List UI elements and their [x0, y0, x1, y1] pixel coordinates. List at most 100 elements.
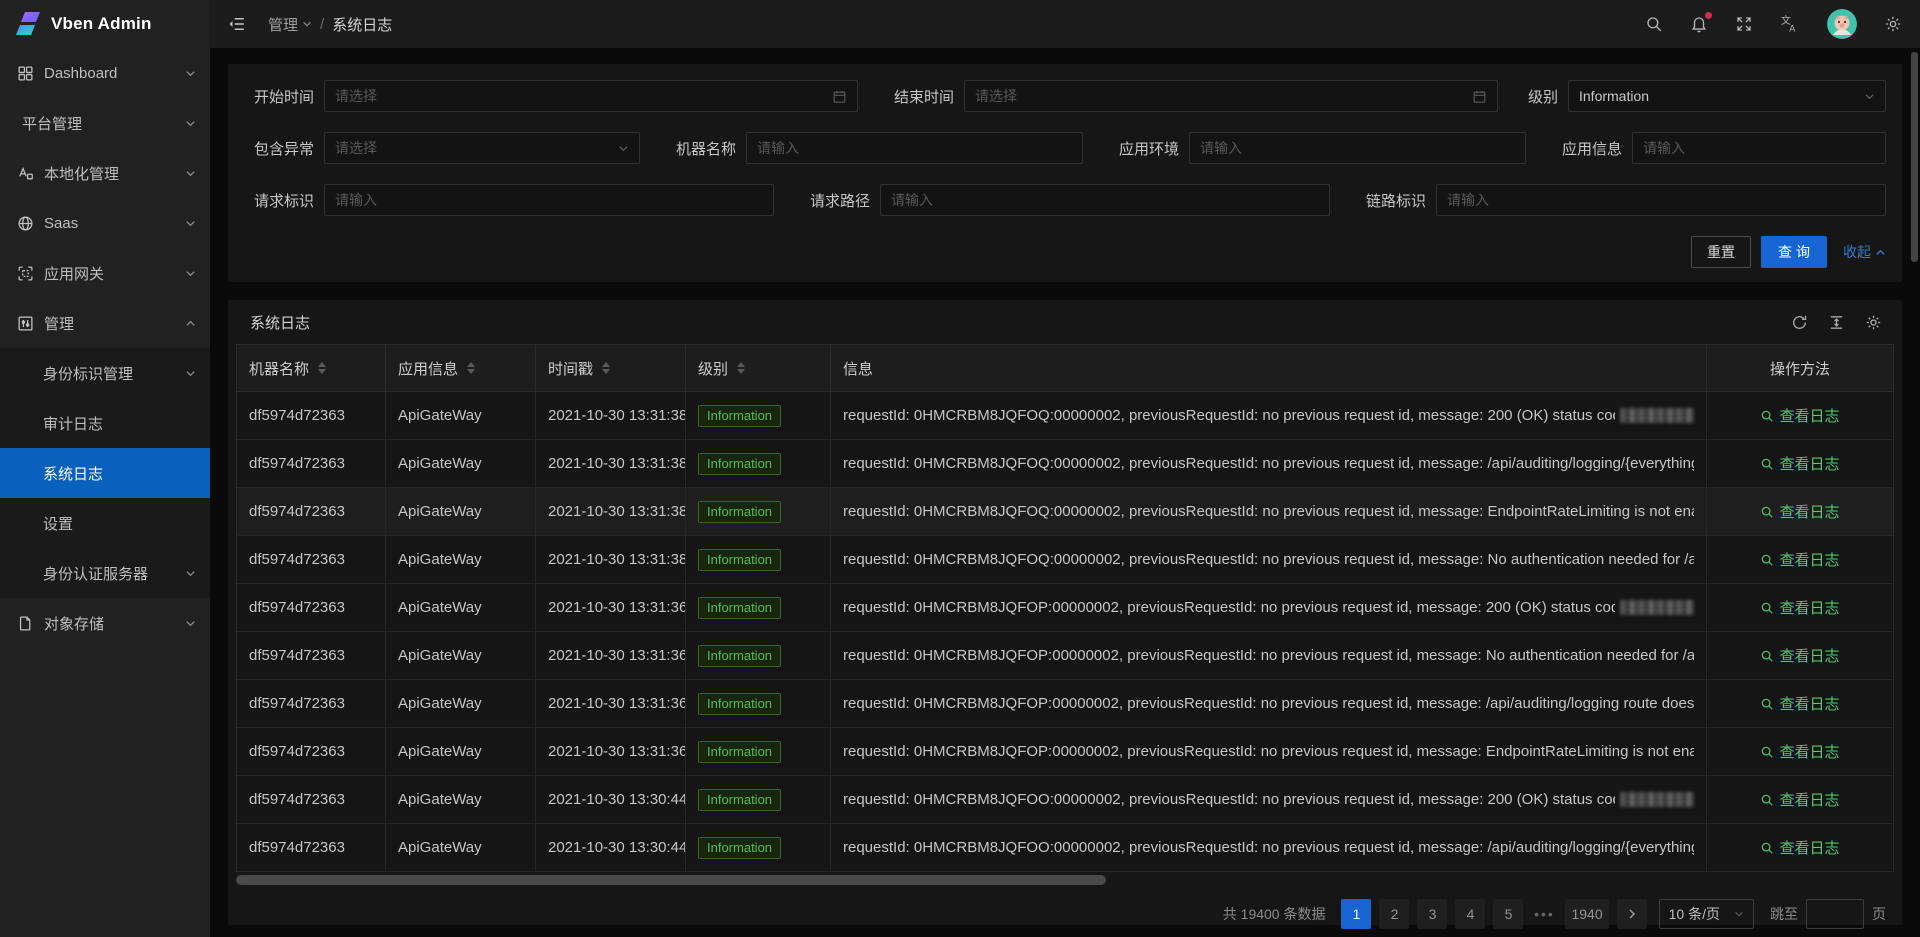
table-row[interactable]: df5974d72363 ApiGateWay 2021-10-30 13:31… — [237, 488, 1893, 536]
view-log-link[interactable]: 查看日志 — [1760, 837, 1839, 858]
breadcrumb-parent[interactable]: 管理 — [268, 14, 312, 35]
table-row[interactable]: df5974d72363 ApiGateWay 2021-10-30 13:31… — [237, 584, 1893, 632]
sort-icon[interactable] — [318, 362, 326, 374]
app-info-input[interactable] — [1643, 140, 1875, 156]
sidebar-item-gateway[interactable]: 应用网关 — [0, 248, 210, 298]
page-scrollbar-thumb[interactable] — [1911, 52, 1918, 262]
last-page-button[interactable]: 1940 — [1565, 899, 1608, 929]
horizontal-scrollbar — [236, 875, 1894, 885]
sidebar-item-auth-server[interactable]: 身份认证服务器 — [0, 548, 210, 598]
view-log-link[interactable]: 查看日志 — [1760, 789, 1839, 810]
view-log-label: 查看日志 — [1779, 597, 1839, 618]
gear-icon[interactable] — [1884, 15, 1902, 33]
cell-machine: df5974d72363 — [237, 584, 386, 632]
table-title: 系统日志 — [250, 312, 310, 333]
sidebar-item-saas[interactable]: Saas — [0, 198, 210, 248]
next-page-button[interactable] — [1617, 899, 1647, 929]
view-log-link[interactable]: 查看日志 — [1760, 741, 1839, 762]
translate-icon[interactable]: 文A — [1780, 14, 1800, 34]
cell-level: Information — [686, 776, 831, 824]
table-row[interactable]: df5974d72363 ApiGateWay 2021-10-30 13:30… — [237, 824, 1893, 872]
sidebar-item-identity-management[interactable]: 身份标识管理 — [0, 348, 210, 398]
magnifier-icon — [1760, 505, 1774, 519]
search-button[interactable]: 查询 — [1761, 236, 1827, 268]
column-header-time[interactable]: 时间戳 — [536, 345, 686, 392]
column-header-level[interactable]: 级别 — [686, 345, 831, 392]
jump-to-input[interactable] — [1806, 899, 1864, 929]
level-label: 级别 — [1524, 86, 1558, 107]
view-log-link[interactable]: 查看日志 — [1760, 645, 1839, 666]
sidebar-item-audit-log[interactable]: 审计日志 — [0, 398, 210, 448]
horizontal-scrollbar-thumb[interactable] — [236, 875, 1106, 885]
collapse-link[interactable]: 收起 — [1843, 242, 1886, 262]
page-ellipsis[interactable]: ••• — [1531, 906, 1557, 922]
sidebar-item-system-log[interactable]: 系统日志 — [0, 448, 210, 498]
machine-name-input[interactable] — [757, 140, 1072, 156]
sidebar-item-settings[interactable]: 设置 — [0, 498, 210, 548]
exception-select[interactable]: 请选择 — [324, 132, 640, 164]
view-log-link[interactable]: 查看日志 — [1760, 501, 1839, 522]
sidebar-item-object-storage[interactable]: 对象存储 — [0, 598, 210, 648]
view-log-link[interactable]: 查看日志 — [1760, 453, 1839, 474]
message-text: requestId: 0HMCRBM8JQFOQ:00000002, previ… — [843, 503, 1694, 520]
table-row[interactable]: df5974d72363 ApiGateWay 2021-10-30 13:31… — [237, 392, 1893, 440]
level-select[interactable]: Information — [1568, 80, 1886, 112]
table-row[interactable]: df5974d72363 ApiGateWay 2021-10-30 13:31… — [237, 680, 1893, 728]
view-log-label: 查看日志 — [1779, 549, 1839, 570]
page-button[interactable]: 4 — [1455, 899, 1485, 929]
column-settings-gear-icon[interactable] — [1865, 314, 1882, 331]
cell-message: requestId: 0HMCRBM8JQFOO:00000002, previ… — [831, 776, 1707, 824]
cell-time: 2021-10-30 13:31:36 — [536, 728, 686, 776]
sort-icon[interactable] — [467, 362, 475, 374]
cell-machine: df5974d72363 — [237, 680, 386, 728]
table-row[interactable]: df5974d72363 ApiGateWay 2021-10-30 13:31… — [237, 632, 1893, 680]
view-log-link[interactable]: 查看日志 — [1760, 693, 1839, 714]
cell-level: Information — [686, 632, 831, 680]
table-row[interactable]: df5974d72363 ApiGateWay 2021-10-30 13:30… — [237, 776, 1893, 824]
cell-level: Information — [686, 536, 831, 584]
refresh-icon[interactable] — [1791, 314, 1808, 331]
avatar[interactable] — [1827, 9, 1857, 39]
sort-icon[interactable] — [737, 362, 745, 374]
cell-level: Information — [686, 728, 831, 776]
logo[interactable]: Vben Admin — [0, 0, 210, 48]
level-badge: Information — [698, 405, 781, 427]
cell-time: 2021-10-30 13:31:38 — [536, 536, 686, 584]
page-size-select[interactable]: 10 条/页 — [1659, 899, 1754, 929]
page-button[interactable]: 5 — [1493, 899, 1523, 929]
search-icon[interactable] — [1645, 15, 1663, 33]
request-path-input[interactable] — [891, 192, 1319, 208]
row-height-icon[interactable] — [1828, 314, 1845, 331]
table-row[interactable]: df5974d72363 ApiGateWay 2021-10-30 13:31… — [237, 440, 1893, 488]
trace-id-input[interactable] — [1447, 192, 1875, 208]
view-log-link[interactable]: 查看日志 — [1760, 597, 1839, 618]
app-env-input[interactable] — [1200, 140, 1515, 156]
column-header-app[interactable]: 应用信息 — [386, 345, 536, 392]
page-button[interactable]: 1 — [1341, 899, 1371, 929]
view-log-link[interactable]: 查看日志 — [1760, 549, 1839, 570]
table-row[interactable]: df5974d72363 ApiGateWay 2021-10-30 13:31… — [237, 728, 1893, 776]
column-header-machine[interactable]: 机器名称 — [237, 345, 386, 392]
sidebar-item-platform[interactable]: 平台管理 — [0, 98, 210, 148]
end-time-picker[interactable]: 请选择 — [964, 80, 1498, 112]
sidebar-item-dashboard[interactable]: Dashboard — [0, 48, 210, 98]
sort-icon[interactable] — [602, 362, 610, 374]
sidebar-item-localization[interactable]: 本地化管理 — [0, 148, 210, 198]
bell-icon[interactable] — [1690, 15, 1708, 33]
fullscreen-icon[interactable] — [1735, 15, 1753, 33]
sidebar-item-manage[interactable]: 管理 — [0, 298, 210, 348]
page-button[interactable]: 2 — [1379, 899, 1409, 929]
menu-fold-icon[interactable] — [228, 15, 246, 33]
page-button[interactable]: 3 — [1417, 899, 1447, 929]
exception-placeholder: 请选择 — [335, 138, 610, 158]
view-log-link[interactable]: 查看日志 — [1760, 405, 1839, 426]
chevron-down-icon — [185, 268, 196, 279]
cell-level: Information — [686, 680, 831, 728]
cell-action: 查看日志 — [1707, 824, 1893, 872]
magnifier-icon — [1760, 841, 1774, 855]
request-id-input[interactable] — [335, 192, 763, 208]
start-time-picker[interactable]: 请选择 — [324, 80, 858, 112]
table-row[interactable]: df5974d72363 ApiGateWay 2021-10-30 13:31… — [237, 536, 1893, 584]
cell-machine: df5974d72363 — [237, 440, 386, 488]
reset-button[interactable]: 重置 — [1691, 236, 1751, 268]
